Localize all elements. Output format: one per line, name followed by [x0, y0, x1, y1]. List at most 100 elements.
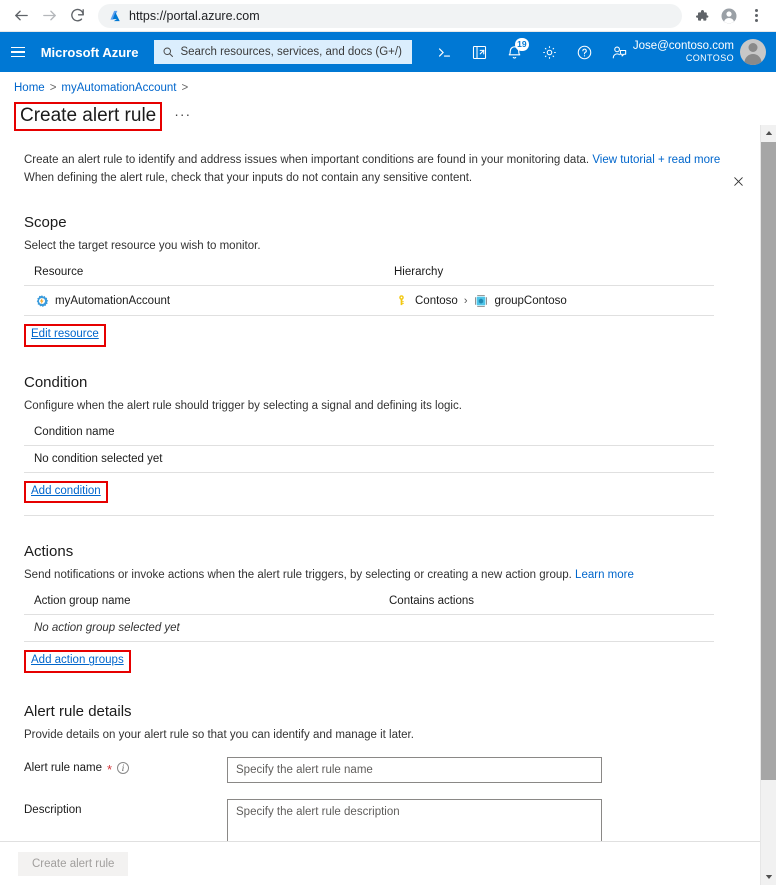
breadcrumb-automation-account[interactable]: myAutomationAccount [61, 82, 176, 94]
search-input[interactable]: Search resources, services, and docs (G+… [154, 40, 412, 64]
url-text: https://portal.azure.com [129, 8, 260, 23]
condition-heading: Condition [24, 373, 88, 391]
column-header-condition-name: Condition name [24, 422, 714, 446]
alert-rule-name-label: Alert rule name [24, 762, 102, 775]
scope-resource-name: myAutomationAccount [55, 294, 171, 307]
condition-description: Configure when the alert rule should tri… [24, 399, 462, 412]
page-title: Create alert rule [14, 102, 163, 131]
breadcrumb-separator-1: > [49, 82, 57, 94]
cloud-shell-icon[interactable] [432, 39, 458, 65]
scope-heading: Scope [24, 214, 67, 232]
azure-header-icons: 19 [432, 38, 633, 65]
condition-table: Condition name No condition selected yet [24, 422, 714, 473]
table-row: No action group selected yet [24, 614, 714, 643]
puzzle-piece-icon[interactable] [690, 4, 714, 28]
automation-account-icon [34, 293, 49, 308]
browser-forward-button[interactable] [36, 3, 62, 29]
browser-actions [690, 4, 768, 28]
scope-hierarchy-cell: Contoso › groupContoso [384, 285, 714, 317]
alert-rule-details-description: Provide details on your alert rule so th… [24, 728, 414, 741]
account-menu[interactable]: Jose@contoso.com CONTOSO [633, 39, 768, 65]
notification-badge: 19 [514, 38, 529, 51]
search-icon [162, 46, 174, 58]
description-placeholder: Specify the alert rule description [236, 805, 400, 818]
table-header-row: Resource Hierarchy [24, 263, 714, 287]
column-header-resource: Resource [24, 263, 384, 287]
account-email: Jose@contoso.com [632, 40, 734, 53]
blade-footer: Create alert rule [0, 841, 776, 885]
view-tutorial-link[interactable]: View tutorial + read more [592, 154, 720, 166]
more-options-icon[interactable]: ··· [174, 106, 191, 122]
hierarchy-group-name: groupContoso [494, 294, 567, 307]
browser-reload-button[interactable] [64, 3, 90, 29]
help-icon[interactable] [572, 39, 598, 65]
hierarchy-tenant-name: Contoso [415, 294, 458, 307]
profile-avatar-icon[interactable] [717, 4, 741, 28]
add-action-groups-link[interactable]: Add action groups [24, 650, 131, 673]
account-tenant: CONTOSO [685, 53, 734, 64]
azure-brand[interactable]: Microsoft Azure [41, 45, 139, 60]
notifications-bell-icon[interactable]: 19 [502, 38, 529, 65]
close-icon[interactable] [727, 170, 749, 192]
azure-logo-icon [108, 9, 122, 23]
scope-table: Resource Hierarchy myAutomationAccount C… [24, 263, 714, 317]
azure-global-header: Microsoft Azure Search resources, servic… [0, 32, 776, 72]
kebab-menu-icon[interactable] [744, 4, 768, 28]
avatar[interactable] [740, 39, 766, 65]
blade-content: Create an alert rule to identify and add… [0, 152, 752, 885]
column-header-hierarchy: Hierarchy [384, 263, 714, 287]
actions-empty-cell: No action group selected yet [24, 614, 714, 643]
required-asterisk: * [106, 761, 113, 777]
scope-description: Select the target resource you wish to m… [24, 240, 261, 253]
search-placeholder: Search resources, services, and docs (G+… [180, 46, 402, 58]
intro-text: Create an alert rule to identify and add… [24, 152, 724, 188]
alert-rule-details-heading: Alert rule details [24, 702, 132, 720]
breadcrumb-home[interactable]: Home [14, 82, 45, 94]
table-row: myAutomationAccount Contoso › groupConto… [24, 285, 714, 317]
scroll-down-icon[interactable] [761, 869, 776, 885]
resource-group-icon [474, 293, 489, 308]
settings-gear-icon[interactable] [537, 39, 563, 65]
vertical-scrollbar[interactable] [760, 125, 776, 885]
hamburger-menu-icon[interactable] [6, 37, 31, 67]
breadcrumb-separator-2: > [181, 82, 189, 94]
edit-resource-wrap: Edit resource [24, 324, 106, 347]
alert-rule-name-label-wrap: Alert rule name * i [24, 757, 227, 777]
edit-resource-link[interactable]: Edit resource [24, 324, 106, 347]
table-row: No condition selected yet [24, 445, 714, 473]
actions-table: Action group name Contains actions No ac… [24, 592, 714, 643]
actions-description: Send notifications or invoke actions whe… [24, 569, 752, 581]
condition-divider [24, 515, 714, 517]
browser-back-button[interactable] [8, 3, 34, 29]
learn-more-link[interactable]: Learn more [575, 569, 634, 581]
condition-empty-cell: No condition selected yet [24, 445, 714, 473]
create-alert-rule-button[interactable]: Create alert rule [18, 851, 129, 876]
browser-toolbar: https://portal.azure.com [0, 0, 776, 32]
alert-rule-name-input[interactable]: Specify the alert rule name [227, 756, 602, 783]
scrollbar-thumb[interactable] [761, 142, 776, 780]
add-condition-wrap: Add condition [24, 480, 108, 504]
title-row: Create alert rule ··· [0, 94, 776, 131]
alert-rule-name-row: Alert rule name * i Specify the alert ru… [24, 756, 752, 783]
info-icon[interactable]: i [117, 762, 130, 775]
directories-subscriptions-icon[interactable] [467, 39, 493, 65]
add-action-groups-wrap: Add action groups [24, 650, 131, 673]
blade-create-alert-rule: Home > myAutomationAccount > Create aler… [0, 72, 776, 885]
breadcrumb: Home > myAutomationAccount > [0, 72, 776, 94]
alert-rule-name-placeholder: Specify the alert rule name [236, 763, 373, 776]
scope-resource-cell: myAutomationAccount [24, 285, 384, 317]
description-label: Description [24, 803, 82, 816]
browser-address-bar[interactable]: https://portal.azure.com [98, 3, 682, 28]
feedback-icon[interactable] [607, 39, 633, 65]
column-header-contains-actions: Contains actions [379, 592, 714, 616]
key-icon [394, 293, 409, 308]
actions-heading: Actions [24, 543, 74, 561]
intro-line-2: When defining the alert rule, check that… [24, 171, 473, 184]
add-condition-link[interactable]: Add condition [24, 480, 108, 504]
description-label-wrap: Description [24, 799, 227, 816]
table-header-row: Condition name [24, 422, 714, 446]
intro-line-1: Create an alert rule to identify and add… [24, 153, 590, 166]
actions-description-text: Send notifications or invoke actions whe… [24, 569, 572, 582]
hierarchy-arrow-icon: › [463, 294, 468, 307]
scroll-up-icon[interactable] [761, 125, 776, 141]
